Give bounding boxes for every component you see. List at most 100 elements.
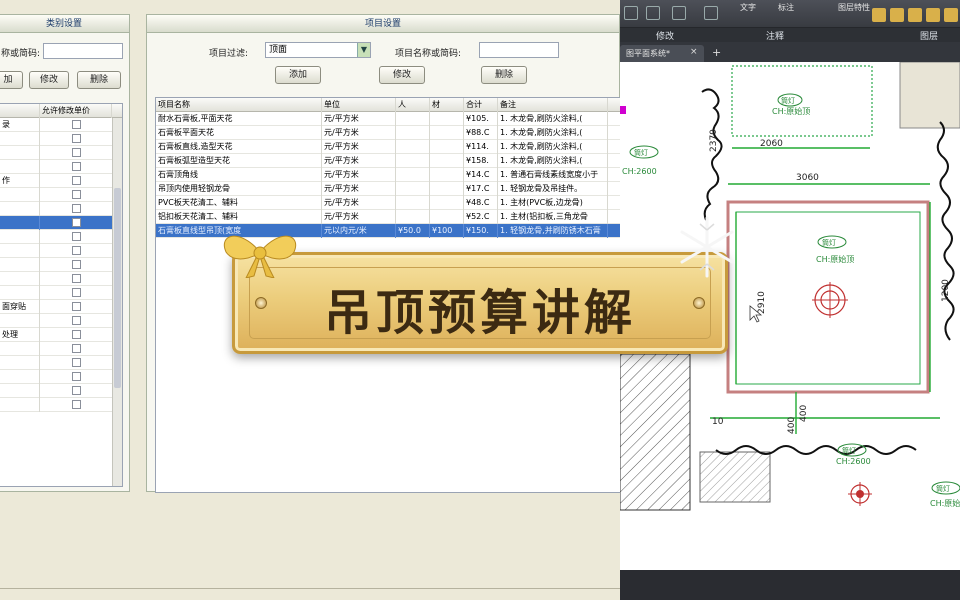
item-cell: 元/平方米 xyxy=(322,154,396,168)
allow-edit-checkbox[interactable] xyxy=(72,288,81,297)
category-row[interactable] xyxy=(0,356,122,370)
category-search-input[interactable] xyxy=(43,43,123,59)
category-add-button[interactable]: 加 xyxy=(0,71,23,89)
ribbon-label-layer[interactable]: 图层特性 xyxy=(838,2,870,13)
item-cell: 1. 轻钢龙骨,并刷防锈木石膏 xyxy=(498,224,608,238)
allow-edit-checkbox[interactable] xyxy=(72,204,81,213)
item-row[interactable]: 吊顶内使用轻钢龙骨 元/平方米 ¥17.C 1. 轻钢龙骨及吊挂件。 xyxy=(156,182,620,196)
allow-edit-checkbox[interactable] xyxy=(72,162,81,171)
category-row[interactable] xyxy=(0,160,122,174)
category-row[interactable] xyxy=(0,342,122,356)
ribbon-group-layers[interactable]: 图层 xyxy=(920,29,938,42)
category-row[interactable] xyxy=(0,244,122,258)
allow-edit-checkbox[interactable] xyxy=(72,260,81,269)
ribbon-label-dim[interactable]: 标注 xyxy=(778,2,794,13)
array-icon[interactable] xyxy=(672,6,686,20)
allow-edit-checkbox[interactable] xyxy=(72,344,81,353)
ceiling-label-1: CH:2600 xyxy=(622,167,657,176)
category-row[interactable] xyxy=(0,258,122,272)
erase-icon[interactable] xyxy=(704,6,718,20)
category-modify-button[interactable]: 修改 xyxy=(29,71,69,89)
item-cell xyxy=(430,182,464,196)
fixture-tag-label-3: 筒灯 xyxy=(822,238,836,247)
move-icon[interactable] xyxy=(624,6,638,20)
snowflake-icon xyxy=(680,216,734,278)
item-row[interactable]: 耐水石膏板,平面天花 元/平方米 ¥105. 1. 木龙骨,刷防火涂料,( xyxy=(156,112,620,126)
item-delete-button[interactable]: 删除 xyxy=(481,66,527,84)
category-row[interactable] xyxy=(0,132,122,146)
allow-edit-checkbox[interactable] xyxy=(72,190,81,199)
category-row[interactable]: 面穿贴 xyxy=(0,300,122,314)
allow-edit-checkbox[interactable] xyxy=(72,120,81,129)
category-row[interactable] xyxy=(0,146,122,160)
category-row[interactable] xyxy=(0,286,122,300)
allow-edit-checkbox[interactable] xyxy=(72,148,81,157)
item-row[interactable]: 石膏顶角线 元/平方米 ¥14.C 1. 普通石膏线素线宽度小于 xyxy=(156,168,620,182)
allow-edit-checkbox[interactable] xyxy=(72,386,81,395)
item-column-header[interactable]: 备注 xyxy=(498,98,608,112)
category-row-name xyxy=(0,202,40,216)
item-cell: ¥88.C xyxy=(464,126,498,140)
item-row[interactable]: 石膏板弧型造型天花 元/平方米 ¥158. 1. 木龙骨,刷防火涂料,( xyxy=(156,154,620,168)
item-column-header[interactable]: 人 xyxy=(396,98,430,112)
allow-edit-checkbox[interactable] xyxy=(72,246,81,255)
category-delete-button[interactable]: 删除 xyxy=(77,71,121,89)
category-row[interactable]: 录 xyxy=(0,118,122,132)
category-row[interactable] xyxy=(0,188,122,202)
item-name-input[interactable] xyxy=(479,42,559,58)
fixture-tag-label-1: 筒灯 xyxy=(634,148,648,157)
ribbon-group-annotate[interactable]: 注释 xyxy=(766,29,784,42)
cad-command-bar[interactable] xyxy=(620,570,960,600)
allow-edit-checkbox[interactable] xyxy=(72,400,81,409)
category-row[interactable] xyxy=(0,398,122,412)
item-filter-select[interactable]: 顶面 ▼ xyxy=(265,42,371,58)
item-column-header[interactable]: 单位 xyxy=(322,98,396,112)
dim-2910: 2910 xyxy=(757,291,767,314)
category-row[interactable]: 处理 xyxy=(0,328,122,342)
new-tab-icon[interactable]: + xyxy=(712,46,721,59)
allow-edit-checkbox[interactable] xyxy=(72,316,81,325)
category-row[interactable] xyxy=(0,384,122,398)
close-tab-icon[interactable]: × xyxy=(690,47,698,57)
item-column-header[interactable]: 合计 xyxy=(464,98,498,112)
item-row[interactable]: 石膏板直线,造型天花 元/平方米 ¥114. 1. 木龙骨,刷防火涂料,( xyxy=(156,140,620,154)
category-row[interactable] xyxy=(0,216,122,230)
item-cell xyxy=(396,168,430,182)
allow-edit-checkbox[interactable] xyxy=(72,218,81,227)
category-row[interactable] xyxy=(0,202,122,216)
category-scrollbar[interactable] xyxy=(112,118,122,486)
item-row[interactable]: 石膏板平面天花 元/平方米 ¥88.C 1. 木龙骨,刷防火涂料,( xyxy=(156,126,620,140)
category-scroll-thumb[interactable] xyxy=(114,188,121,388)
layer-state-icon[interactable] xyxy=(872,8,886,22)
item-modify-button[interactable]: 修改 xyxy=(379,66,425,84)
allow-edit-checkbox[interactable] xyxy=(72,176,81,185)
item-cell xyxy=(396,112,430,126)
allow-edit-checkbox[interactable] xyxy=(72,372,81,381)
layer-iso-icon[interactable] xyxy=(944,8,958,22)
item-add-button[interactable]: 添加 xyxy=(275,66,321,84)
layer-freeze-icon[interactable] xyxy=(890,8,904,22)
item-row[interactable]: PVC板天花清工、辅料 元/平方米 ¥48.C 1. 主材(PVC板,边龙骨) xyxy=(156,196,620,210)
layer-off-icon[interactable] xyxy=(926,8,940,22)
ribbon-bow-icon xyxy=(223,235,297,278)
allow-edit-checkbox[interactable] xyxy=(72,274,81,283)
ribbon-group-modify[interactable]: 修改 xyxy=(656,29,674,42)
item-column-header[interactable]: 项目名称 xyxy=(156,98,322,112)
allow-edit-checkbox[interactable] xyxy=(72,330,81,339)
allow-edit-checkbox[interactable] xyxy=(72,232,81,241)
copy-icon[interactable] xyxy=(646,6,660,20)
ribbon-label-text[interactable]: 文字 xyxy=(740,2,756,13)
chevron-down-icon[interactable]: ▼ xyxy=(357,43,370,57)
allow-edit-checkbox[interactable] xyxy=(72,302,81,311)
allow-edit-checkbox[interactable] xyxy=(72,134,81,143)
category-row[interactable] xyxy=(0,272,122,286)
item-column-header[interactable]: 材 xyxy=(430,98,464,112)
item-cell: 元以内元/米 xyxy=(322,224,396,238)
layer-lock-icon[interactable] xyxy=(908,8,922,22)
column-header-name xyxy=(0,104,40,118)
category-row[interactable] xyxy=(0,314,122,328)
category-row[interactable] xyxy=(0,230,122,244)
category-row[interactable]: 作 xyxy=(0,174,122,188)
category-row[interactable] xyxy=(0,370,122,384)
allow-edit-checkbox[interactable] xyxy=(72,358,81,367)
